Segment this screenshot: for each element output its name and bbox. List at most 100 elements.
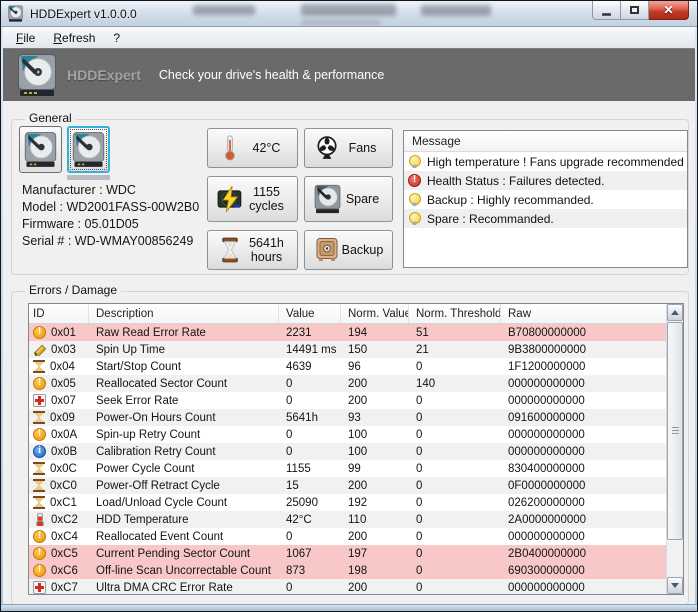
title-bar[interactable]: HDDExpert v1.0.0.0 ✕ — [1, 1, 697, 27]
maximize-icon — [630, 6, 639, 14]
error-icon — [408, 174, 421, 187]
table-header: ID Description Value Norm. Value Norm. T… — [29, 304, 683, 324]
app-banner: HDDExpert Check your drive's health & pe… — [3, 49, 695, 101]
banner-tagline: Check your drive's health & performance — [158, 68, 385, 82]
table-row[interactable]: 0x0C Power Cycle Count 1155 99 0 8304000… — [29, 460, 683, 477]
hourglass-icon — [33, 479, 45, 492]
backup-button[interactable]: Backup — [304, 230, 393, 270]
thermometer-icon — [33, 513, 46, 526]
table-row[interactable]: 0x0B Calibration Retry Count 0 100 0 000… — [29, 443, 683, 460]
app-icon — [8, 5, 23, 22]
firstaid-icon — [33, 581, 46, 594]
glass-smudge — [301, 20, 381, 25]
table-row[interactable]: 0x01 Raw Read Error Rate 2231 194 51 B70… — [29, 324, 683, 341]
bulb-icon — [408, 155, 421, 168]
power-cycles-button[interactable]: 1155 cycles — [207, 176, 298, 222]
message-item[interactable]: Backup : Highly recommanded. — [404, 190, 687, 209]
firstaid-icon — [33, 394, 46, 407]
hourglass-icon — [33, 496, 45, 509]
arrow-up-icon — [671, 310, 679, 315]
message-header: Message — [404, 131, 687, 152]
banner-app-name: HDDExpert — [67, 67, 141, 83]
table-row[interactable]: 0x09 Power-On Hours Count 5641h 93 0 091… — [29, 409, 683, 426]
table-row[interactable]: 0x0A Spin-up Retry Count 0 100 0 0000000… — [29, 426, 683, 443]
menu-file[interactable]: File — [7, 29, 44, 47]
hourglass-icon — [33, 360, 45, 373]
scrollbar-thumb[interactable] — [667, 322, 683, 540]
column-raw[interactable]: Raw — [501, 304, 667, 323]
scroll-down-button[interactable] — [667, 577, 683, 594]
table-row[interactable]: 0x07 Seek Error Rate 0 200 0 00000000000… — [29, 392, 683, 409]
scroll-up-button[interactable] — [667, 304, 683, 321]
smart-table: ID Description Value Norm. Value Norm. T… — [28, 303, 684, 595]
bulb-icon — [408, 212, 421, 225]
warning-icon — [33, 428, 46, 441]
hdd-drive-icon — [72, 132, 105, 167]
table-row[interactable]: 0xC5 Current Pending Sector Count 1067 1… — [29, 545, 683, 562]
table-row[interactable]: 0xC2 HDD Temperature 42°C 110 0 2A000000… — [29, 511, 683, 528]
close-icon: ✕ — [663, 3, 674, 17]
info-icon — [33, 445, 46, 458]
minimize-icon — [602, 12, 611, 16]
table-row[interactable]: 0x03 Spin Up Time 14491 ms 150 21 9B3800… — [29, 341, 683, 358]
warning-icon — [33, 564, 46, 577]
message-list: High temperature ! Fans upgrade recommen… — [404, 152, 687, 228]
glass-smudge — [421, 5, 491, 16]
general-group: General Manufacturer: WDC Model: WD200… — [11, 111, 689, 275]
errors-damage-group: Errors / Damage ID Description Value Nor… — [11, 283, 689, 605]
drive-manufacturer: Manufacturer : WDC — [22, 183, 136, 197]
column-norm-value[interactable]: Norm. Value — [341, 304, 409, 323]
table-row[interactable]: 0xC0 Power-Off Retract Cycle 15 200 0 0F… — [29, 477, 683, 494]
spare-button[interactable]: Spare — [304, 176, 393, 222]
fans-button[interactable]: Fans — [304, 128, 393, 168]
column-norm-threshold[interactable]: Norm. Threshold — [409, 304, 501, 323]
selected-drive-shadow — [67, 175, 110, 180]
hourglass-icon — [33, 411, 45, 424]
warning-icon — [33, 377, 46, 390]
message-item[interactable]: High temperature ! Fans upgrade recommen… — [404, 152, 687, 171]
power-on-hours-button[interactable]: 5641h hours — [207, 230, 298, 270]
hourglass-icon — [33, 462, 45, 475]
close-button[interactable]: ✕ — [649, 1, 689, 20]
glass-smudge — [301, 4, 396, 16]
minimize-button[interactable] — [592, 1, 621, 20]
table-row[interactable]: 0xC4 Reallocated Event Count 0 200 0 000… — [29, 528, 683, 545]
message-panel: Message High temperature ! Fans upgrade … — [403, 130, 688, 268]
table-row[interactable]: 0x04 Start/Stop Count 4639 96 0 1F120000… — [29, 358, 683, 375]
backup-safe-icon — [313, 234, 341, 266]
vertical-scrollbar[interactable] — [666, 304, 683, 594]
spare-drive-icon — [313, 183, 341, 215]
errors-group-label: Errors / Damage — [25, 283, 122, 297]
fan-icon — [313, 132, 341, 164]
message-item[interactable]: Health Status : Failures detected. — [404, 171, 687, 190]
arrow-down-icon — [671, 583, 679, 588]
message-item[interactable]: Spare : Recommanded. — [404, 209, 687, 228]
window-frame-right — [695, 27, 697, 611]
pencil-icon — [33, 343, 46, 356]
hourglass-stat-icon — [216, 234, 244, 266]
column-value[interactable]: Value — [279, 304, 341, 323]
window-title: HDDExpert v1.0.0.0 — [30, 6, 137, 21]
table-row[interactable]: 0xC7 Ultra DMA CRC Error Rate 0 200 0 00… — [29, 579, 683, 594]
drive-select-button-1[interactable] — [19, 126, 62, 173]
table-row[interactable]: 0x05 Reallocated Sector Count 0 200 140 … — [29, 375, 683, 392]
hdd-logo-icon — [18, 54, 56, 96]
menu-refresh[interactable]: Refresh — [44, 29, 104, 47]
hdd-drive-icon — [24, 132, 57, 167]
column-description[interactable]: Description — [89, 304, 279, 323]
menu-help[interactable]: ? — [104, 29, 129, 47]
warning-icon — [33, 530, 46, 543]
temperature-button[interactable]: 42°C — [207, 128, 298, 168]
table-body: 0x01 Raw Read Error Rate 2231 194 51 B70… — [29, 324, 683, 594]
drive-select-button-2-selected[interactable] — [67, 126, 110, 173]
table-row[interactable]: 0xC1 Load/Unload Cycle Count 25090 192 0… — [29, 494, 683, 511]
drive-info: Manufacturer : WDC Model : WD2001FASS-00… — [22, 182, 199, 250]
window-frame-left — [1, 27, 3, 611]
column-id[interactable]: ID — [29, 304, 89, 323]
power-cycles-icon — [216, 183, 244, 215]
hddexpert-window: HDDExpert v1.0.0.0 ✕ File Refresh ? HDDE… — [0, 0, 698, 612]
thermometer-icon — [216, 132, 244, 164]
table-row[interactable]: 0xC6 Off-line Scan Uncorrectable Count 8… — [29, 562, 683, 579]
maximize-button[interactable] — [621, 1, 649, 20]
menu-bar: File Refresh ? — [3, 27, 695, 49]
